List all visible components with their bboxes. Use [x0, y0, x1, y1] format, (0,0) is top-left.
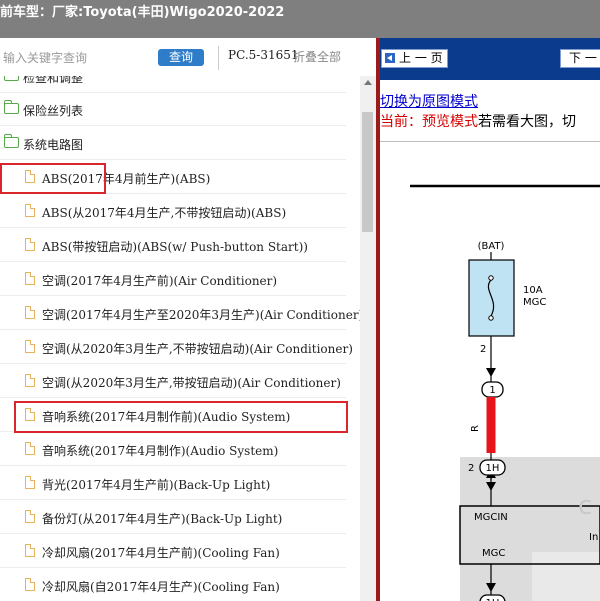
switch-to-original-mode-link[interactable]: 切换为原图模式	[380, 91, 478, 111]
window-title: 前车型：厂家:Toyota(丰田)Wigo2020-2022	[0, 5, 285, 20]
tree-item-label: 空调(从2020年3月生产,不带按钮启动)(Air Conditioner)	[42, 342, 353, 356]
connector-1-label: 1	[489, 385, 495, 396]
prev-page-button[interactable]: 上 一 页	[381, 49, 448, 68]
viewer-nav-bar: 上 一 页 下 一	[380, 38, 600, 80]
tree-file-item[interactable]: 备份灯(从2017年4月生产)(Back-Up Light)	[0, 501, 346, 534]
tree-file-item[interactable]: ABS(带按钮启动)(ABS(w/ Push-button Start))	[0, 229, 346, 262]
tree-scrollbar[interactable]	[360, 76, 376, 601]
tree-file-item[interactable]: 空调(2017年4月生产至2020年3月生产)(Air Conditioner)	[0, 297, 360, 330]
arrow-down-icon	[486, 368, 496, 377]
next-page-label: 下 一	[569, 51, 597, 65]
enlarge-hint: 若需看大图，切	[478, 114, 576, 130]
red-wire	[486, 397, 496, 453]
document-code: PC.5-31651	[228, 48, 299, 62]
tree-file-item[interactable]: ABS(从2017年4月生产,不带按钮启动)(ABS)	[0, 195, 346, 228]
prev-page-label: 上 一 页	[399, 51, 443, 65]
tree-file-item-selected[interactable]: 空调(从2020年3月生产,带按钮启动)(Air Conditioner)	[0, 365, 346, 398]
search-button[interactable]: 查询	[158, 49, 204, 66]
watermark-text: c	[578, 491, 592, 521]
file-icon	[25, 374, 35, 387]
file-icon	[25, 510, 35, 523]
fuse-amp: 10A	[523, 285, 543, 296]
tree-item-label: 背光(2017年4月生产前)(Back-Up Light)	[42, 478, 271, 492]
wire-color-label: R	[470, 425, 481, 432]
title-bar: 前车型：厂家:Toyota(丰田)Wigo2020-2022	[0, 0, 600, 38]
file-icon	[25, 476, 35, 489]
file-icon	[25, 340, 35, 353]
file-icon	[25, 408, 35, 421]
wiring-diagram: (BAT) 10A MGC 2 1 R 2 1H MGCIN MGC In c …	[410, 184, 600, 601]
mgcin-label: MGCIN	[474, 512, 508, 523]
fuse-terminal-bottom	[488, 315, 494, 321]
file-icon	[25, 204, 35, 217]
folder-icon	[3, 100, 19, 114]
file-icon	[25, 578, 35, 591]
file-icon	[25, 442, 35, 455]
document-viewer: 上 一 页 下 一 切换为原图模式 当前：预览模式若需看大图，切 (BAT) 1…	[380, 38, 600, 601]
tree-file-item[interactable]: ABS(2017年4月前生产)(ABS)	[0, 161, 346, 194]
tree-item-label: 音响系统(2017年4月制作)(Audio System)	[42, 444, 279, 458]
pin-2b-label: 2	[468, 463, 474, 474]
tree-item-label: 空调(2017年4月生产前)(Air Conditioner)	[42, 274, 278, 288]
file-icon	[25, 170, 35, 183]
pin-2-label: 2	[480, 344, 486, 355]
tree-item-label: ABS(2017年4月前生产)(ABS)	[42, 172, 211, 186]
fuse-name: MGC	[523, 297, 546, 308]
tree-item-label: ABS(带按钮启动)(ABS(w/ Push-button Start))	[42, 240, 308, 254]
file-icon	[25, 306, 35, 319]
connector-1h-label: 1H	[486, 463, 500, 474]
fuse-terminal-top	[488, 275, 494, 281]
next-page-button[interactable]: 下 一	[560, 49, 600, 68]
tree-file-item[interactable]: 音响系统(2017年4月制作前)(Audio System)	[0, 399, 346, 432]
collapse-all-link[interactable]: 折叠全部	[293, 48, 341, 65]
folder-open-icon	[3, 134, 19, 148]
tree-item-label: 检查和调整	[23, 76, 84, 85]
tree-item-label: 空调(从2020年3月生产,带按钮启动)(Air Conditioner)	[42, 376, 341, 390]
file-icon	[25, 544, 35, 557]
scroll-up-arrow-icon[interactable]	[364, 80, 372, 85]
search-input[interactable]	[3, 49, 153, 67]
tree-item-label: 空调(2017年4月生产至2020年3月生产)(Air Conditioner)	[42, 308, 360, 322]
tree-file-item[interactable]: 空调(从2020年3月生产,不带按钮启动)(Air Conditioner)	[0, 331, 353, 364]
tree-file-item[interactable]: 冷却风扇(自2017年4月生产)(Cooling Fan)	[0, 569, 346, 601]
tree-item-label: 冷却风扇(2017年4月生产前)(Cooling Fan)	[42, 546, 280, 560]
file-icon	[25, 272, 35, 285]
document-tree: 检查和调整 保险丝列表 系统电路图 ABS(2017年4月前生产)(ABS) A…	[0, 76, 360, 601]
search-bar: 查询 PC.5-31651 折叠全部	[0, 38, 376, 76]
current-mode-label: 当前：预览模式	[380, 114, 478, 130]
ecu-shaded-inner	[532, 552, 600, 601]
tree-folder-system-wiring[interactable]: 系统电路图	[0, 127, 346, 160]
arrow-left-icon	[385, 53, 395, 63]
tree-file-item[interactable]: 音响系统(2017年4月制作)(Audio System)	[0, 433, 346, 466]
tree-item-label: 系统电路图	[23, 138, 84, 152]
tree-file-item[interactable]: 背光(2017年4月生产前)(Back-Up Light)	[0, 467, 346, 500]
tree-item-label: 冷却风扇(自2017年4月生产)(Cooling Fan)	[42, 580, 280, 594]
tree-item-label: 音响系统(2017年4月制作前)(Audio System)	[42, 410, 291, 424]
tree-file-item[interactable]: 空调(2017年4月生产前)(Air Conditioner)	[0, 263, 346, 296]
tree-item-label: 备份灯(从2017年4月生产)(Back-Up Light)	[42, 512, 283, 526]
bat-label: (BAT)	[478, 241, 505, 252]
tree-item-label: ABS(从2017年4月生产,不带按钮启动)(ABS)	[42, 206, 287, 220]
tree-file-item[interactable]: 冷却风扇(2017年4月生产前)(Cooling Fan)	[0, 535, 346, 568]
int-label: In	[589, 532, 598, 543]
tree-item-label: 保险丝列表	[23, 104, 84, 118]
document-tree-panel: 查询 PC.5-31651 折叠全部 检查和调整 保险丝列表 系统电路图 ABS…	[0, 38, 376, 601]
folder-icon	[4, 76, 19, 81]
scrollbar-thumb[interactable]	[362, 112, 373, 232]
tree-folder-partial[interactable]: 检查和调整	[0, 76, 346, 93]
file-icon	[25, 238, 35, 251]
mgc-label: MGC	[482, 548, 505, 559]
tree-folder-fuse-list[interactable]: 保险丝列表	[0, 93, 346, 126]
search-separator	[218, 46, 219, 70]
preview-mode-notice: 当前：预览模式若需看大图，切	[380, 111, 576, 131]
